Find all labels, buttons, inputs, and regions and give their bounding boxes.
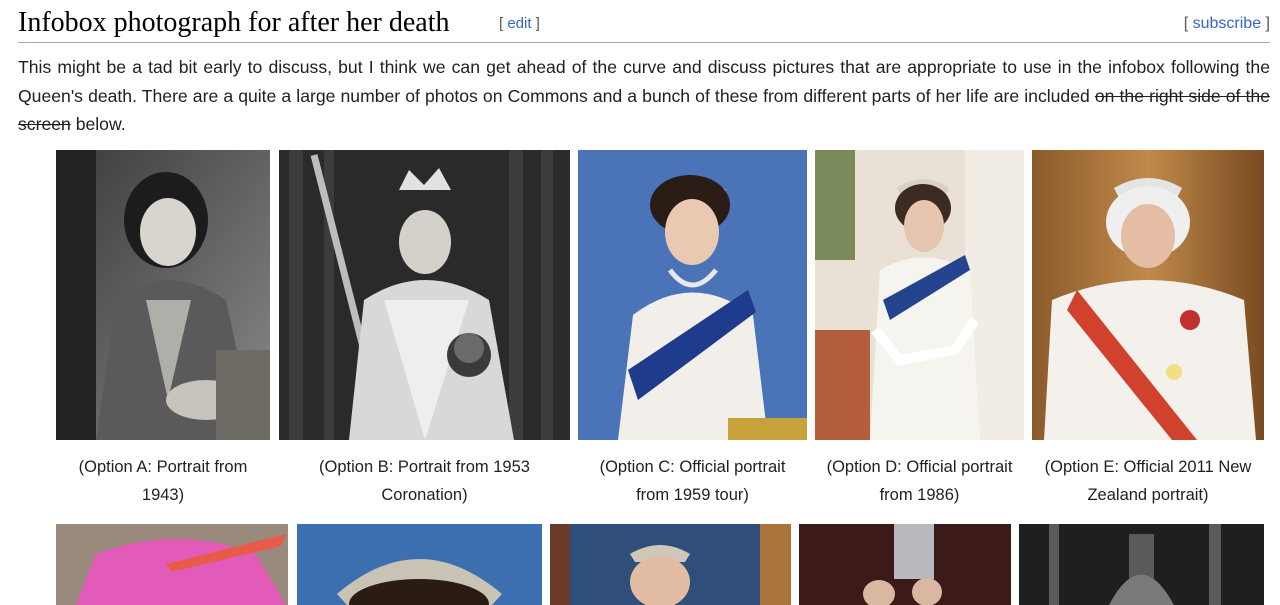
paragraph-text-end: below. <box>70 114 126 134</box>
gallery-image-h[interactable] <box>550 524 791 605</box>
photo-e <box>1032 150 1264 440</box>
caption-c: (Option C: Official portrait from 1959 to… <box>578 453 807 509</box>
caption-e: (Option E: Official 2011 New Zealand port… <box>1032 453 1264 509</box>
gallery-image-j[interactable] <box>1019 524 1264 605</box>
caption-b-line2: Coronation) <box>381 486 468 504</box>
caption-c-line2: from 1959 tour) <box>636 486 749 504</box>
caption-a-line1: (Option A: Portrait from <box>78 458 248 476</box>
edit-link[interactable]: edit <box>507 15 531 32</box>
caption-d-line2: from 1986) <box>879 486 960 504</box>
gallery-image-f[interactable] <box>56 524 288 605</box>
subscribe-link[interactable]: subscribe <box>1193 15 1261 32</box>
edit-section: [ edit ] <box>499 15 540 32</box>
photo-c <box>578 150 807 440</box>
caption-b-line1: (Option B: Portrait from 1953 <box>319 458 530 476</box>
gallery-image-c[interactable] <box>578 150 807 440</box>
caption-c-line1: (Option C: Official portrait <box>599 458 786 476</box>
caption-d-line1: (Option D: Official portrait <box>826 458 1013 476</box>
caption-a: (Option A: Portrait from 1943) <box>56 453 270 509</box>
photo-a <box>56 150 270 440</box>
photo-f <box>56 524 288 605</box>
gallery-image-e[interactable] <box>1032 150 1264 440</box>
caption-e-line2: Zealand portrait) <box>1087 486 1209 504</box>
photo-i <box>799 524 1011 605</box>
discussion-paragraph: This might be a tad bit early to discuss… <box>18 53 1270 139</box>
gallery-image-a[interactable] <box>56 150 270 440</box>
photo-h <box>550 524 791 605</box>
caption-e-line1: (Option E: Official 2011 New <box>1044 458 1252 476</box>
caption-b: (Option B: Portrait from 1953 Coronation) <box>279 453 570 509</box>
subscribe-section: [ subscribe ] <box>1183 15 1270 32</box>
caption-a-line2: 1943) <box>141 486 185 504</box>
photo-j <box>1019 524 1264 605</box>
gallery-image-i[interactable] <box>799 524 1011 605</box>
gallery-image-g[interactable] <box>297 524 542 605</box>
paragraph-text: This might be a tad bit early to discuss… <box>18 57 1270 106</box>
section-heading: Infobox photograph for after her death [… <box>18 0 1270 43</box>
gallery-image-b[interactable] <box>279 150 570 440</box>
photo-b <box>279 150 570 440</box>
photo-d <box>815 150 1024 440</box>
gallery-image-d[interactable] <box>815 150 1024 440</box>
photo-g <box>297 524 542 605</box>
section-title: Infobox photograph for after her death <box>18 7 450 38</box>
caption-d: (Option D: Official portrait from 1986) <box>815 453 1024 509</box>
